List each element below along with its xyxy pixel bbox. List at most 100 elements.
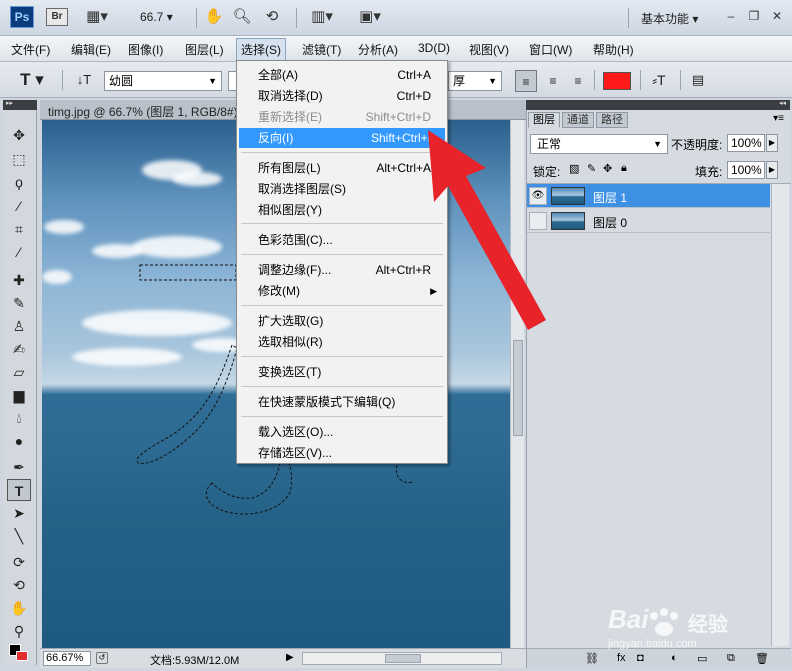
zoom-preset-icon[interactable]: ↺ <box>96 652 108 664</box>
layer-row[interactable]: 图层 0 <box>527 209 770 233</box>
fill-input[interactable]: 100% <box>727 161 765 179</box>
warp-text-icon[interactable]: ⸗T <box>647 69 671 91</box>
restore-icon[interactable]: ❐ <box>745 8 763 24</box>
text-orientation-icon[interactable]: ↓T <box>72 69 96 91</box>
menu-item-transform-selection[interactable]: 变换选区(T) <box>239 362 445 382</box>
menu-select[interactable]: 选择(S) <box>236 38 286 61</box>
title-bar: Ps Br ▦▾ 66.7 ▾ ✋ 🔍︎ ⟲ ▥▾ ▣▾ 基本功能 ▾ – ❐ … <box>0 0 792 36</box>
menu-view[interactable]: 视图(V) <box>469 41 509 58</box>
separator <box>196 8 197 28</box>
menu-item-label: 变换选区(T) <box>258 365 322 379</box>
menu-item-grow[interactable]: 扩大选取(G) <box>239 311 445 331</box>
lasso-tool-icon[interactable]: ϙ <box>7 171 31 193</box>
rotate-view-icon[interactable]: ⟲ <box>259 6 285 28</box>
zoom-level-select[interactable]: 66.7 ▾ <box>140 10 173 24</box>
align-right-icon[interactable]: ≡ <box>567 70 589 92</box>
font-style-select[interactable] <box>228 71 236 91</box>
layer-row[interactable]: 👁︎ 图层 1 <box>527 184 770 208</box>
hand-icon[interactable]: ✋ <box>203 6 225 28</box>
lock-pixels-icon[interactable]: ✎ <box>587 162 596 175</box>
menu-item-inverse[interactable]: 反向(I) Shift+Ctrl+I <box>239 128 445 148</box>
screen-mode-icon[interactable]: ▣▾ <box>352 6 388 28</box>
film-strip-icon[interactable]: ▦▾ <box>82 6 112 28</box>
eyedropper-tool-icon[interactable]: ⁄ <box>7 241 31 263</box>
menu-item-similar[interactable]: 选取相似(R) <box>239 332 445 352</box>
tab-paths[interactable]: 路径 <box>596 112 628 128</box>
panel-menu-icon[interactable]: ▾≡ <box>773 113 784 124</box>
menu-item-deselect[interactable]: 取消选择(D) Ctrl+D <box>239 86 445 106</box>
lock-transparency-icon[interactable]: ▧ <box>569 162 579 175</box>
anti-alias-select[interactable]: 厚 ▼ <box>448 71 502 91</box>
delete-layer-icon[interactable]: 🗑︎ <box>755 652 769 665</box>
gradient-tool-icon[interactable]: ▆ <box>7 384 31 406</box>
zoom-icon[interactable]: 🔍︎ <box>231 6 253 28</box>
bridge-button[interactable]: Br <box>46 8 68 26</box>
move-tool-icon[interactable]: ✥ <box>7 124 31 146</box>
menu-filter[interactable]: 滤镜(T) <box>302 41 341 58</box>
menu-item-quick-mask[interactable]: 在快速蒙版模式下编辑(Q) <box>239 392 445 412</box>
dodge-tool-icon[interactable]: ● <box>7 430 31 452</box>
3d-orbit-tool-icon[interactable]: ⟲ <box>7 574 31 596</box>
status-menu-arrow-icon[interactable]: ▶ <box>286 652 294 663</box>
line-tool-icon[interactable]: ╲ <box>7 525 31 547</box>
clone-stamp-tool-icon[interactable]: ♙ <box>7 315 31 337</box>
panels-collapse-strip[interactable]: ◂◂ <box>526 100 790 110</box>
healing-brush-tool-icon[interactable]: ✚ <box>7 269 31 291</box>
menu-item-load-selection[interactable]: 载入选区(O)... <box>239 422 445 442</box>
hand-tool-icon[interactable]: ✋ <box>7 597 31 619</box>
tab-channels[interactable]: 通道 <box>562 112 594 128</box>
menu-item-modify[interactable]: 修改(M) ▶ <box>239 281 445 301</box>
lock-all-icon[interactable]: 🔒︎ <box>621 162 627 175</box>
menu-item-save-selection[interactable]: 存储选区(V)... <box>239 443 445 463</box>
opacity-input[interactable]: 100% <box>727 134 765 152</box>
magic-wand-tool-icon[interactable]: ⁄ <box>7 195 31 217</box>
menu-3d[interactable]: 3D(D) <box>418 41 450 55</box>
text-color-swatch[interactable] <box>603 72 631 90</box>
pen-tool-icon[interactable]: ✒ <box>7 456 31 478</box>
menu-image[interactable]: 图像(I) <box>128 41 163 58</box>
background-color-swatch[interactable] <box>16 651 28 661</box>
blur-tool-icon[interactable]: 💧︎ <box>7 407 31 429</box>
font-family-select[interactable]: 幼圆 ▼ <box>104 71 222 91</box>
character-panel-icon[interactable]: ▤ <box>686 69 710 91</box>
crop-tool-icon[interactable]: ⌗ <box>7 218 31 240</box>
path-selection-tool-icon[interactable]: ➤ <box>7 502 31 524</box>
history-brush-tool-icon[interactable]: ✍ <box>7 338 31 360</box>
zoom-tool-icon[interactable]: ⚲ <box>7 620 31 642</box>
tab-layers[interactable]: 图层 <box>528 112 560 128</box>
opacity-slider-arrow-icon[interactable]: ▶ <box>766 134 778 152</box>
type-tool-preset-icon[interactable]: T ▾ <box>20 69 44 91</box>
align-center-icon[interactable]: ≡ <box>542 70 564 92</box>
horizontal-scrollbar-thumb[interactable] <box>385 654 421 663</box>
close-icon[interactable]: ✕ <box>768 8 786 24</box>
menu-item-deselect-layers[interactable]: 取消选择图层(S) <box>239 179 445 199</box>
arrange-documents-icon[interactable]: ▥▾ <box>304 6 340 28</box>
lock-position-icon[interactable]: ✥ <box>603 162 612 175</box>
menu-layer[interactable]: 图层(L) <box>185 41 224 58</box>
horizontal-scrollbar[interactable] <box>302 652 502 665</box>
layers-scrollbar[interactable] <box>771 184 789 646</box>
3d-rotate-tool-icon[interactable]: ⟳ <box>7 551 31 573</box>
marquee-tool-icon[interactable]: ⬚ <box>7 148 31 170</box>
menu-item-all-layers[interactable]: 所有图层(L) Alt+Ctrl+A <box>239 158 445 178</box>
fill-slider-arrow-icon[interactable]: ▶ <box>766 161 778 179</box>
menu-item-color-range[interactable]: 色彩范围(C)... <box>239 230 445 250</box>
zoom-field[interactable]: 66.67% <box>43 651 91 666</box>
menu-item-similar-layers[interactable]: 相似图层(Y) <box>239 200 445 220</box>
menu-item-refine-edge[interactable]: 调整边缘(F)... Alt+Ctrl+R <box>239 260 445 280</box>
workspace-switcher[interactable]: 基本功能 ▾ <box>641 10 698 27</box>
scrollbar-thumb[interactable] <box>513 340 523 436</box>
minimize-icon[interactable]: – <box>722 8 740 24</box>
menu-analysis[interactable]: 分析(A) <box>358 41 398 58</box>
menu-help[interactable]: 帮助(H) <box>593 41 634 58</box>
type-tool-icon[interactable]: T <box>7 479 31 501</box>
menu-item-select-all[interactable]: 全部(A) Ctrl+A <box>239 65 445 85</box>
eraser-tool-icon[interactable]: ▱ <box>7 361 31 383</box>
menu-file[interactable]: 文件(F) <box>11 41 50 58</box>
menu-edit[interactable]: 编辑(E) <box>71 41 111 58</box>
tools-collapse-strip[interactable]: ▸▸ <box>3 100 37 110</box>
align-left-icon[interactable]: ≡ <box>515 70 537 92</box>
menu-window[interactable]: 窗口(W) <box>529 41 572 58</box>
menu-item-shortcut: Shift+Ctrl+D <box>365 110 431 124</box>
brush-tool-icon[interactable]: ✎ <box>7 292 31 314</box>
